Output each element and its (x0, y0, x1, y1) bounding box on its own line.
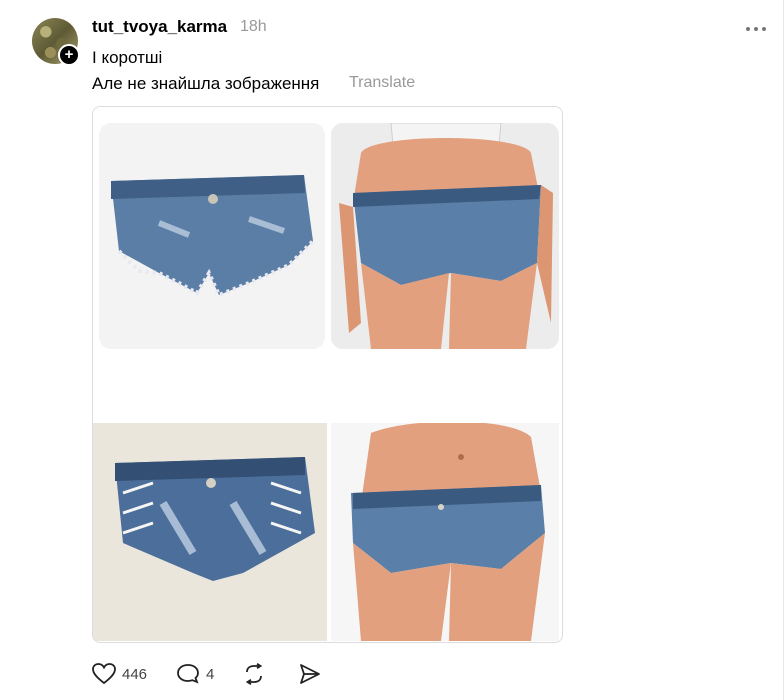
comment-icon (176, 663, 200, 685)
more-horizontal-icon[interactable] (745, 16, 767, 39)
thread-post: + tut_tvoya_karma 18h І коротші Але не з… (0, 0, 784, 700)
image-denim-shorts-front-view (331, 423, 559, 641)
repost-icon (242, 663, 266, 685)
post-image[interactable] (92, 106, 563, 643)
like-count: 446 (122, 665, 148, 683)
follow-plus-icon[interactable]: + (58, 44, 80, 66)
share-button[interactable] (298, 660, 322, 688)
translate-link[interactable]: Translate (349, 74, 415, 92)
username[interactable]: tut_tvoya_karma (92, 17, 227, 37)
repost-button[interactable] (242, 660, 266, 688)
action-bar: 446 4 (92, 660, 352, 690)
post-text-line-1: І коротші (92, 48, 163, 67)
post-timestamp: 18h (240, 18, 267, 35)
heart-icon (92, 663, 116, 685)
image-denim-shorts-product (99, 123, 325, 349)
like-button[interactable]: 446 (92, 660, 147, 688)
share-icon (298, 663, 322, 685)
reply-button[interactable]: 4 (176, 660, 214, 688)
image-denim-shorts-back-view (331, 123, 559, 349)
reply-count: 4 (206, 665, 215, 683)
post-text-line-2: Але не знайшла зображення (92, 74, 320, 93)
image-lace-up-denim-shorts (93, 423, 327, 641)
